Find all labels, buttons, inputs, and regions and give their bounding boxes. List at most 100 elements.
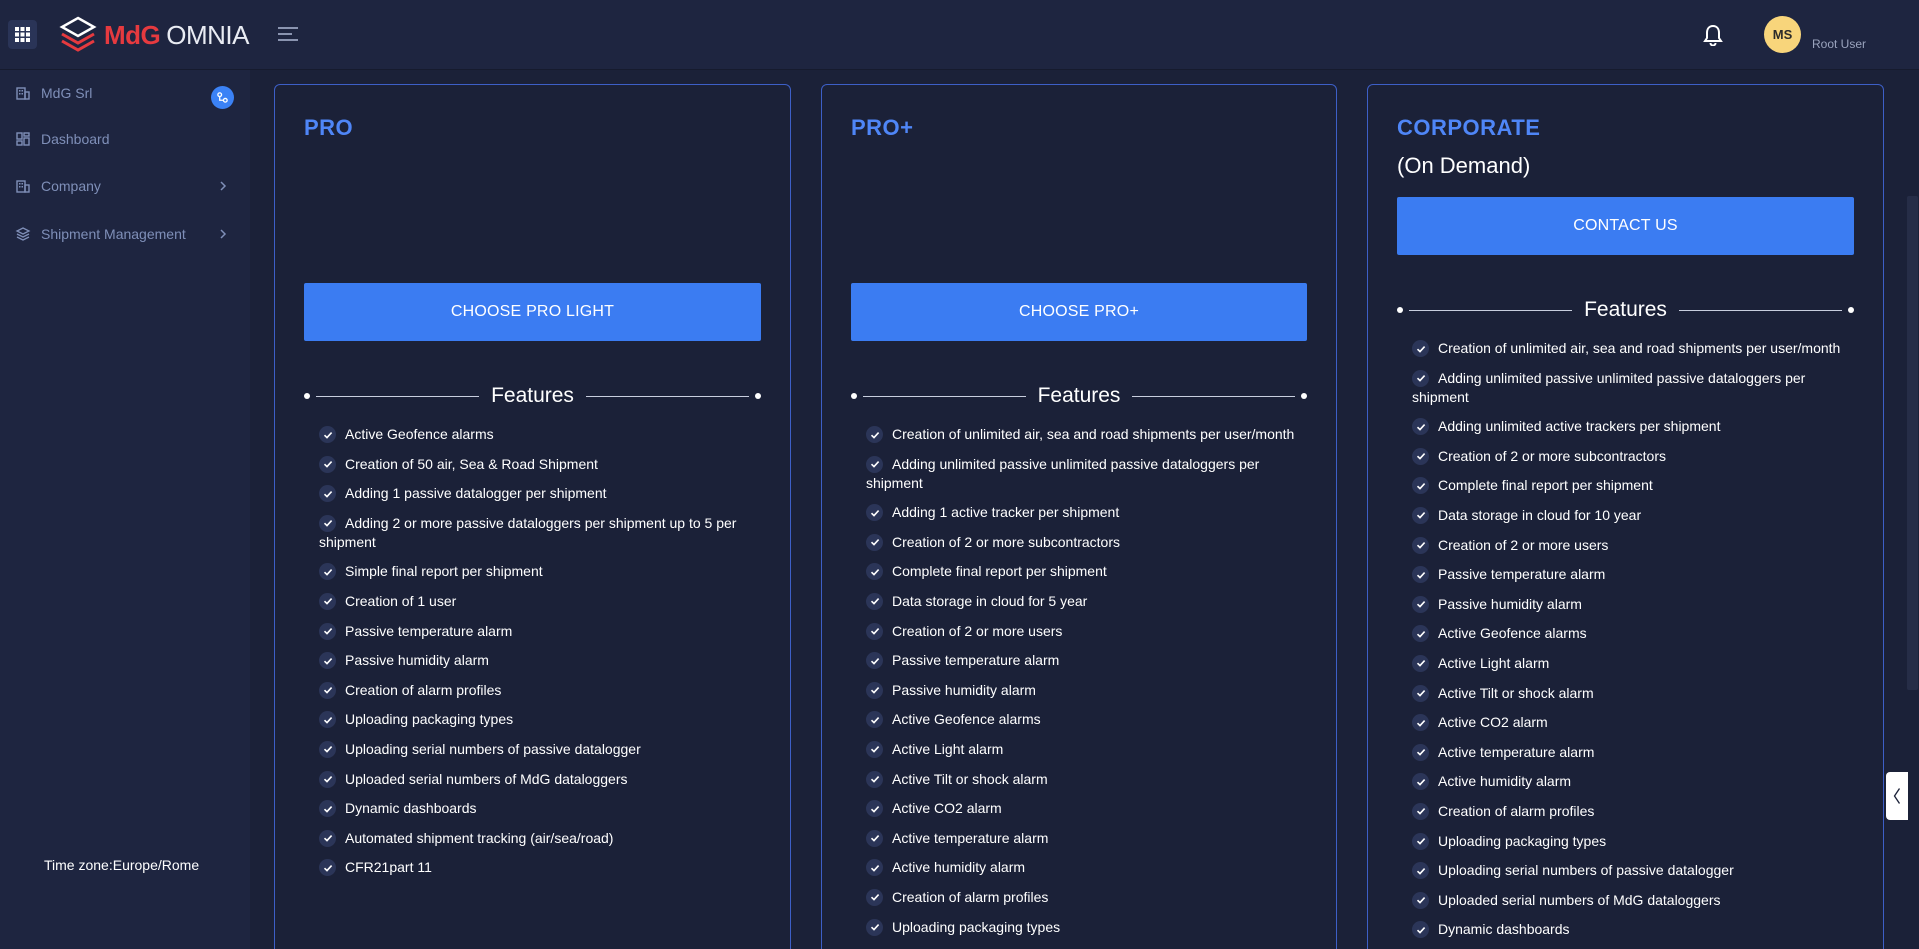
check-circle-icon	[1412, 566, 1429, 584]
layers-icon	[15, 227, 31, 241]
feature-item: Adding 1 passive datalogger per shipment	[319, 484, 757, 503]
feature-text: Creation of alarm profiles	[1438, 802, 1595, 819]
layers-logo-icon	[59, 16, 97, 52]
check-circle-icon	[1412, 477, 1429, 495]
feature-text: Adding unlimited passive unlimited passi…	[866, 455, 1260, 491]
feature-text: Active Geofence alarms	[1438, 625, 1587, 642]
sidebar-item-company[interactable]: Company	[0, 167, 250, 205]
building-icon	[16, 87, 30, 100]
check-circle-icon	[1412, 418, 1429, 436]
user-name[interactable]: Root User	[1812, 37, 1866, 51]
feature-text: Active humidity alarm	[1438, 773, 1572, 790]
side-drawer-tab[interactable]	[1886, 772, 1908, 820]
feature-text: Active CO2 alarm	[1438, 714, 1548, 731]
brand-logo[interactable]: MdG OMNIA	[58, 15, 249, 55]
check-circle-icon	[319, 485, 336, 503]
feature-text: Uploaded serial numbers of MdG datalogge…	[1438, 891, 1721, 908]
feature-item: Creation of unlimited air, sea and road …	[1412, 339, 1852, 358]
choose-pro-light-button[interactable]: CHOOSE PRO LIGHT	[304, 283, 761, 341]
sidebar-item-label: Dashboard	[41, 131, 110, 147]
feature-item: Creation of 2 or more users	[866, 622, 1296, 641]
feature-text: Passive humidity alarm	[892, 681, 1036, 698]
check-circle-icon	[319, 652, 336, 670]
timezone-label: Time zone:Europe/Rome	[44, 857, 200, 873]
contact-us-button[interactable]: CONTACT US	[1397, 197, 1854, 255]
feature-text: Active Geofence alarms	[345, 426, 494, 442]
features-list: Creation of unlimited air, sea and road …	[866, 425, 1296, 947]
feature-item: Adding unlimited passive unlimited passi…	[866, 455, 1296, 493]
feature-item: Automated shipment tracking (air/sea/roa…	[319, 829, 757, 848]
feature-item: Active temperature alarm	[866, 829, 1296, 848]
feature-item: Active temperature alarm	[1412, 743, 1852, 762]
divider-line	[863, 395, 1026, 397]
feature-item: Simple final report per shipment	[319, 562, 757, 581]
feature-item: Uploading serial numbers of passive data…	[1412, 861, 1852, 880]
sidebar-item-dashboard[interactable]: Dashboard	[0, 120, 250, 158]
feature-item: Creation of 2 or more subcontractors	[866, 533, 1296, 552]
check-circle-icon	[319, 622, 336, 640]
feature-item: Active Tilt or shock alarm	[866, 770, 1296, 789]
check-circle-icon	[866, 859, 883, 877]
notification-bell-icon[interactable]	[1702, 24, 1724, 46]
feature-text: Active Geofence alarms	[892, 711, 1041, 728]
divider-line	[1132, 395, 1295, 397]
check-circle-icon	[1412, 832, 1429, 850]
check-circle-icon	[866, 800, 883, 818]
feature-text: Active Tilt or shock alarm	[1438, 684, 1594, 701]
check-circle-icon	[866, 622, 883, 640]
check-circle-icon	[866, 829, 883, 847]
check-circle-icon	[319, 711, 336, 729]
feature-item: Complete final report per shipment	[1412, 476, 1852, 495]
check-circle-icon	[866, 711, 883, 729]
check-circle-icon	[1412, 625, 1429, 643]
feature-text: Creation of unlimited air, sea and road …	[1438, 340, 1841, 356]
apps-grid-button[interactable]	[8, 20, 37, 49]
check-circle-icon	[1412, 536, 1429, 554]
check-circle-icon	[866, 533, 883, 551]
check-circle-icon	[866, 455, 883, 473]
feature-text: Creation of 2 or more subcontractors	[1438, 447, 1666, 464]
feature-text: Automated shipment tracking (air/sea/roa…	[345, 829, 614, 846]
check-circle-icon	[1412, 595, 1429, 613]
check-circle-icon	[866, 652, 883, 670]
sidebar-item-shipment-management[interactable]: Shipment Management	[0, 215, 250, 253]
divider-dot	[304, 393, 310, 399]
brand-name-bold: MdG	[104, 19, 161, 50]
sidebar-item-mdg-srl[interactable]: MdG Srl	[0, 74, 250, 112]
divider-line	[1409, 309, 1573, 311]
choose-pro-plus-button[interactable]: CHOOSE PRO+	[851, 283, 1307, 341]
feature-item: Active CO2 alarm	[866, 799, 1296, 818]
check-circle-icon	[866, 563, 883, 581]
feature-text: Active Light alarm	[892, 740, 1004, 757]
feature-text: Adding 2 or more passive dataloggers per…	[319, 514, 737, 550]
feature-item: Active CO2 alarm	[1412, 713, 1852, 732]
feature-item: Active Tilt or shock alarm	[1412, 684, 1852, 703]
dashboard-icon	[16, 132, 30, 146]
building-icon	[16, 180, 30, 193]
feature-text: Active Light alarm	[1438, 654, 1550, 671]
check-circle-icon	[866, 681, 883, 699]
feature-text: Creation of 2 or more subcontractors	[892, 533, 1120, 550]
check-circle-icon	[319, 829, 336, 847]
features-heading: Features	[304, 381, 761, 411]
switch-organization-button[interactable]	[211, 86, 234, 109]
check-circle-icon	[1412, 862, 1429, 880]
sidebar-item-label: MdG Srl	[41, 85, 93, 101]
feature-item: Active humidity alarm	[866, 858, 1296, 877]
check-circle-icon	[866, 740, 883, 758]
check-circle-icon	[319, 740, 336, 758]
feature-item: Passive temperature alarm	[319, 622, 757, 641]
feature-item: Creation of 50 air, Sea & Road Shipment	[319, 455, 757, 474]
feature-item: Uploading packaging types	[319, 710, 757, 729]
feature-item: Passive humidity alarm	[319, 651, 757, 670]
page-scrollbar-thumb[interactable]	[1907, 196, 1918, 690]
feature-text: Adding 1 passive datalogger per shipment	[345, 485, 607, 502]
check-circle-icon	[1412, 506, 1429, 524]
hamburger-menu-icon[interactable]	[278, 25, 300, 43]
plan-card-pro: PRO CHOOSE PRO LIGHT Features Active Geo…	[274, 84, 791, 949]
user-avatar[interactable]: MS	[1764, 16, 1801, 53]
feature-item: Active Geofence alarms	[1412, 624, 1852, 643]
feature-item: Uploaded serial numbers of MdG datalogge…	[1412, 891, 1852, 910]
chevron-right-icon	[220, 229, 227, 239]
features-heading-label: Features	[491, 384, 574, 407]
